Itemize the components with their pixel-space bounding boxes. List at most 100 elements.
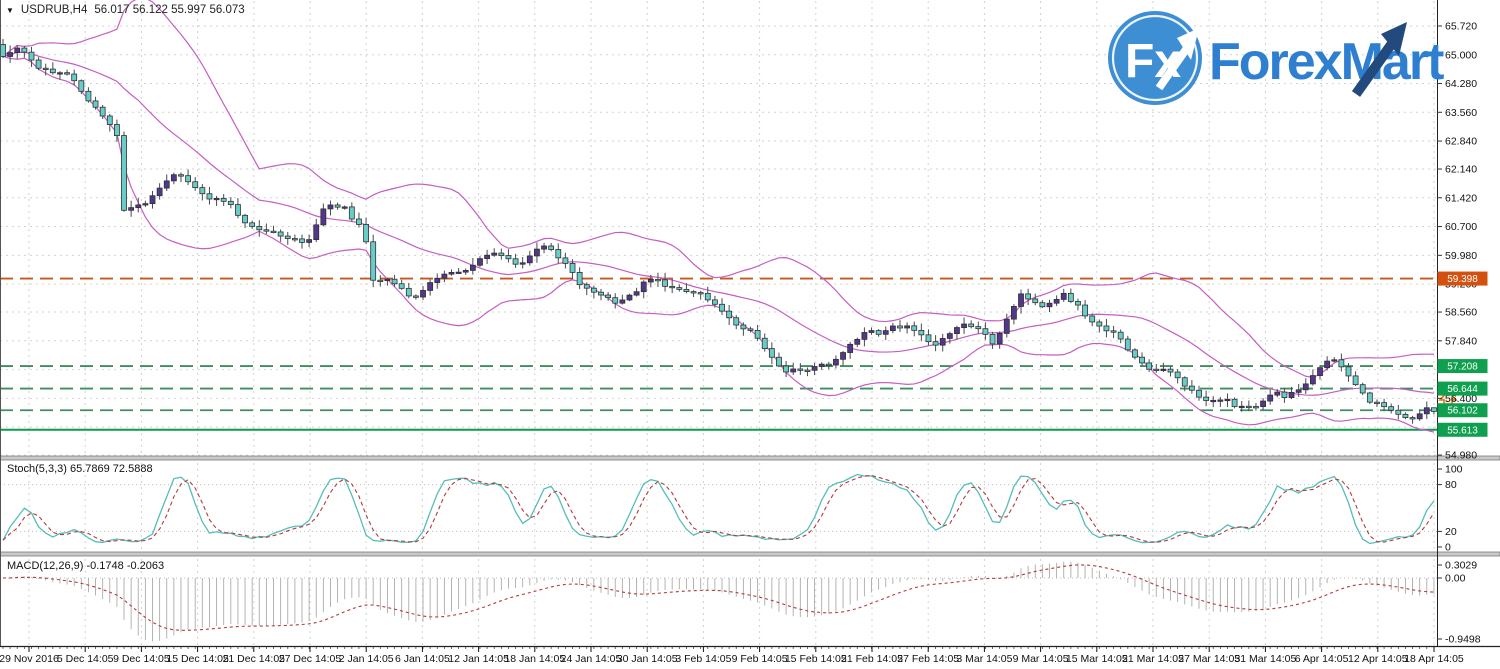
price-tick-label: 61.420 (1445, 192, 1477, 204)
candle-body (919, 330, 924, 334)
time-tick-label: 9 Feb 14:05 (732, 653, 788, 665)
candle-body (22, 48, 27, 52)
candle-body (428, 283, 433, 291)
time-tick-label: 30 Jan 14:05 (617, 653, 678, 665)
candle-body (976, 327, 981, 329)
candle-body (114, 125, 119, 136)
candle-body (1075, 301, 1080, 305)
candle-body (776, 357, 781, 366)
candle-body (520, 263, 525, 264)
time-axis[interactable]: 29 Nov 20165 Dec 14:059 Dec 14:0515 Dec … (0, 647, 1464, 665)
candle-body (1246, 406, 1251, 407)
candle-body (86, 91, 91, 101)
candle-body (1360, 385, 1365, 393)
price-badge-label: 56.644 (1447, 384, 1478, 395)
time-tick-label: 21 Dec 14:05 (223, 653, 286, 665)
candle-body (534, 249, 539, 256)
candle-body (613, 298, 618, 304)
time-tick-label: 27 Dec 14:05 (279, 653, 342, 665)
candle-body (178, 175, 183, 176)
candle-body (670, 286, 675, 287)
candle-body (862, 332, 867, 339)
candle-body (876, 331, 881, 335)
time-tick-label: 9 Dec 14:05 (113, 653, 170, 665)
candle-body (371, 242, 376, 280)
price-tick-label: 60.700 (1445, 221, 1477, 233)
candle-body (1189, 386, 1194, 390)
time-tick-label: 12 Apr 14:05 (1348, 653, 1408, 665)
candle-body (869, 331, 874, 333)
candle-body (406, 288, 411, 296)
candle-body (890, 326, 895, 331)
price-tick-label: 59.980 (1445, 250, 1477, 262)
candle-body (1325, 361, 1330, 368)
candle-body (841, 353, 846, 360)
candle-body (207, 194, 212, 199)
time-tick-label: 18 Jan 14:05 (504, 653, 565, 665)
candle-body (1211, 400, 1216, 401)
time-tick-label: 15 Feb 14:05 (785, 653, 847, 665)
candle-body (1068, 293, 1073, 301)
candle-body (57, 73, 62, 74)
candle-body (805, 370, 810, 371)
candle-body (107, 116, 112, 125)
candle-body (513, 259, 518, 264)
candle-body (1403, 414, 1408, 417)
candle-body (1353, 376, 1358, 385)
panel-separator[interactable] (0, 552, 1500, 556)
price-tick-label: 54.980 (1445, 450, 1477, 462)
time-tick-label: 9 Mar 14:05 (1013, 653, 1069, 665)
candle-body (470, 265, 475, 270)
time-tick-label: 15 Dec 14:05 (166, 653, 229, 665)
candle-body (627, 295, 632, 300)
candle-body (421, 290, 426, 297)
candle-body (1026, 294, 1031, 299)
candle-body (1047, 303, 1052, 307)
time-tick-label: 2 Jan 14:05 (339, 653, 394, 665)
candle-body (235, 205, 240, 216)
panel-separator[interactable] (0, 456, 1500, 460)
dropdown-arrow-icon[interactable]: ▼ (6, 6, 14, 15)
chart-window: 65.72065.00064.28063.56062.84062.14061.4… (0, 0, 1500, 669)
candle-body (1382, 403, 1387, 407)
price-tick-label: 58.560 (1445, 307, 1477, 319)
symbol-title[interactable]: ▼ USDRUB,H4 56.017 56.122 55.997 56.073 (6, 4, 245, 16)
time-tick-label: 18 Apr 14:05 (1404, 653, 1464, 665)
candle-body (855, 339, 860, 344)
price-badge-label: 56.102 (1447, 406, 1478, 417)
candle-body (1083, 305, 1088, 316)
candle-body (193, 182, 198, 188)
candle-body (748, 329, 753, 331)
candle-body (456, 272, 461, 273)
candle-body (798, 369, 803, 370)
candle-body (698, 293, 703, 294)
candle-body (1, 44, 6, 56)
candle-body (36, 60, 41, 68)
candle-body (214, 198, 219, 199)
candle-body (819, 364, 824, 366)
candle-body (684, 289, 689, 291)
stoch-axis-label: 80 (1445, 479, 1457, 491)
candle-body (641, 282, 646, 292)
candle-body (791, 369, 796, 372)
time-tick-label: 6 Apr 14:05 (1295, 653, 1349, 665)
candle-body (833, 359, 838, 365)
logo-name-text: ForexMart (1209, 33, 1444, 91)
candle-body (655, 279, 660, 280)
candle-body (691, 292, 696, 293)
time-tick-label: 3 Mar 14:05 (956, 653, 1012, 665)
candle-body (463, 270, 468, 272)
candle-body (1424, 408, 1429, 414)
time-tick-label: 15 Mar 14:05 (1066, 653, 1128, 665)
candle-body (1054, 299, 1059, 303)
candle-body (356, 219, 361, 224)
candle-body (1389, 407, 1394, 411)
price-badge-label: 57.208 (1447, 362, 1478, 373)
price-tick-label: 57.840 (1445, 335, 1477, 347)
candle-body (1282, 392, 1287, 397)
candle-body (1275, 392, 1280, 395)
stochastic-panel (3, 475, 1434, 544)
candle-body (143, 204, 148, 205)
ohlc-values: 56.017 56.122 55.997 56.073 (94, 4, 244, 16)
candle-body (620, 300, 625, 303)
